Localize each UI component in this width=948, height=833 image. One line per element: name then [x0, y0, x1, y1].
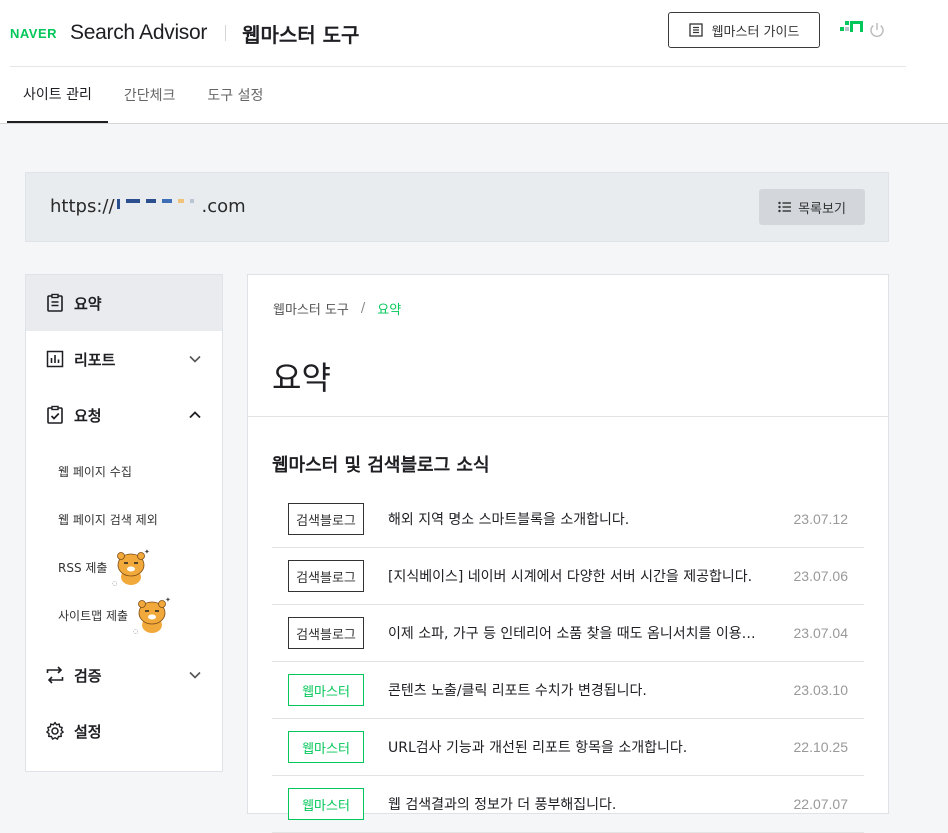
power-icon[interactable]: [868, 21, 886, 39]
title-divider: [248, 416, 888, 417]
sidebar-subitem-web-page-crawl[interactable]: 웹 페이지 수집: [26, 447, 222, 495]
news-row[interactable]: 웹마스터 URL검사 기능과 개선된 리포트 항목을 소개합니다. 22.10.…: [272, 719, 864, 776]
webmaster-guide-button[interactable]: 웹마스터 가이드: [668, 12, 820, 48]
redacted-domain: [116, 199, 200, 213]
news-title[interactable]: 이제 소파, 가구 등 인테리어 소품 찾을 때도 옴니서치를 이용…: [388, 623, 768, 643]
news-title[interactable]: URL검사 기능과 개선된 리포트 항목을 소개합니다.: [388, 737, 768, 757]
sidebar-item-label: 리포트: [74, 350, 116, 369]
chevron-down-icon[interactable]: [188, 668, 202, 682]
sidebar-item-summary[interactable]: 요약: [26, 275, 222, 331]
view-list-button[interactable]: 목록보기: [759, 189, 865, 225]
sidebar-item-report[interactable]: 리포트: [26, 331, 222, 387]
sidebar: 요약 리포트 요청 웹 페이지 수집 웹 페이지 검색 제외 RSS 제출 ✦ ◌…: [25, 274, 223, 772]
sidebar-item-label: 요청: [74, 406, 102, 425]
news-date: 23.07.12: [793, 511, 849, 527]
news-date: 23.07.06: [793, 568, 849, 584]
news-title[interactable]: 해외 지역 명소 스마트블록을 소개합니다.: [388, 509, 768, 529]
user-avatar[interactable]: [840, 20, 864, 34]
guide-button-label: 웹마스터 가이드: [711, 24, 800, 40]
tab-tool-settings[interactable]: 도구 설정: [191, 67, 279, 123]
product-name[interactable]: Search Advisor: [70, 21, 207, 45]
news-row[interactable]: 웹마스터 웹 검색결과의 정보가 더 풍부해집니다. 22.07.07: [272, 776, 864, 833]
site-url-prefix: https://: [50, 195, 115, 217]
page-title: 요약: [272, 359, 331, 397]
news-badge: 웹마스터: [288, 674, 364, 706]
top-header: NAVER Search Advisor 웹마스터 도구 웹마스터 가이드 사이…: [0, 0, 948, 124]
tab-site-management[interactable]: 사이트 관리: [7, 67, 108, 123]
news-badge: 검색블로그: [288, 560, 364, 592]
breadcrumb-current: 요약: [377, 303, 402, 318]
main-tabs: 사이트 관리 간단체크 도구 설정: [7, 67, 279, 123]
news-badge: 검색블로그: [288, 503, 364, 535]
breadcrumb: 웹마스터 도구 / 요약: [273, 299, 401, 318]
main-content: 웹마스터 도구 / 요약 요약 웹마스터 및 검색블로그 소식 검색블로그 해외…: [247, 274, 889, 833]
news-date: 23.03.10: [793, 682, 849, 698]
tool-title[interactable]: 웹마스터 도구: [242, 19, 359, 48]
svg-text:◌: ◌: [112, 580, 117, 587]
view-list-label: 목록보기: [798, 201, 846, 217]
sidebar-subitem-sitemap-submit[interactable]: 사이트맵 제출 ✦ ◌: [26, 591, 222, 639]
sidebar-subitem-rss-submit[interactable]: RSS 제출 ✦ ◌: [26, 543, 222, 591]
news-row[interactable]: 검색블로그 이제 소파, 가구 등 인테리어 소품 찾을 때도 옴니서치를 이용…: [272, 605, 864, 662]
bar-chart-icon: [45, 349, 65, 369]
title-divider: [225, 25, 227, 41]
sidebar-item-label: 검증: [74, 666, 102, 685]
site-bar: https:// .com 목록보기: [25, 172, 889, 242]
site-url: https:// .com: [50, 195, 246, 217]
svg-text:✦: ✦: [165, 596, 171, 604]
news-title[interactable]: [지식베이스] 네이버 시계에서 다양한 서버 시간을 제공합니다.: [388, 566, 768, 586]
sidebar-item-settings[interactable]: 설정: [26, 703, 222, 759]
sidebar-subitem-label: 사이트맵 제출: [58, 608, 129, 623]
site-url-suffix: .com: [201, 195, 246, 217]
clipboard-check-icon: [45, 405, 65, 425]
news-title[interactable]: 웹 검색결과의 정보가 더 풍부해집니다.: [388, 794, 768, 814]
svg-text:✦: ✦: [144, 548, 150, 556]
breadcrumb-root[interactable]: 웹마스터 도구: [273, 299, 349, 318]
brand[interactable]: NAVER Search Advisor 웹마스터 도구: [10, 18, 359, 48]
sync-arrows-icon: [45, 665, 65, 685]
news-badge: 검색블로그: [288, 617, 364, 649]
document-icon: [688, 23, 703, 37]
character-sticker-icon: ✦ ◌: [132, 595, 172, 635]
gear-icon: [45, 721, 65, 741]
list-icon: [778, 201, 792, 213]
news-title[interactable]: 콘텐츠 노출/클릭 리포트 수치가 변경됩니다.: [388, 680, 768, 700]
sidebar-subitem-label: RSS 제출: [58, 560, 108, 575]
sidebar-item-request[interactable]: 요청: [26, 387, 222, 443]
news-badge: 웹마스터: [288, 731, 364, 763]
clipboard-icon: [45, 293, 65, 313]
chevron-up-icon[interactable]: [188, 408, 202, 422]
news-row[interactable]: 웹마스터 콘텐츠 노출/클릭 리포트 수치가 변경됩니다. 23.03.10: [272, 662, 864, 719]
character-sticker-icon: ✦ ◌: [111, 547, 151, 587]
svg-text:◌: ◌: [133, 628, 138, 635]
chevron-down-icon[interactable]: [188, 352, 202, 366]
news-date: 22.07.07: [793, 796, 849, 812]
news-date: 22.10.25: [793, 739, 849, 755]
news-date: 23.07.04: [793, 625, 849, 641]
news-list: 검색블로그 해외 지역 명소 스마트블록을 소개합니다. 23.07.12 검색…: [272, 491, 864, 833]
sidebar-item-label: 설정: [74, 722, 102, 741]
breadcrumb-separator: /: [360, 301, 366, 316]
news-section-title: 웹마스터 및 검색블로그 소식: [272, 455, 490, 476]
sidebar-subitem-web-page-exclude[interactable]: 웹 페이지 검색 제외: [26, 495, 222, 543]
naver-logo[interactable]: NAVER: [10, 26, 57, 41]
tabs-divider: [0, 123, 948, 124]
tab-quick-check[interactable]: 간단체크: [108, 67, 192, 123]
news-row[interactable]: 검색블로그 [지식베이스] 네이버 시계에서 다양한 서버 시간을 제공합니다.…: [272, 548, 864, 605]
news-row[interactable]: 검색블로그 해외 지역 명소 스마트블록을 소개합니다. 23.07.12: [272, 491, 864, 548]
sidebar-item-label: 요약: [74, 294, 102, 313]
sidebar-item-verify[interactable]: 검증: [26, 647, 222, 703]
news-badge: 웹마스터: [288, 788, 364, 820]
request-submenu: 웹 페이지 수집 웹 페이지 검색 제외 RSS 제출 ✦ ◌ 사이트맵 제출 ✦…: [26, 443, 222, 647]
